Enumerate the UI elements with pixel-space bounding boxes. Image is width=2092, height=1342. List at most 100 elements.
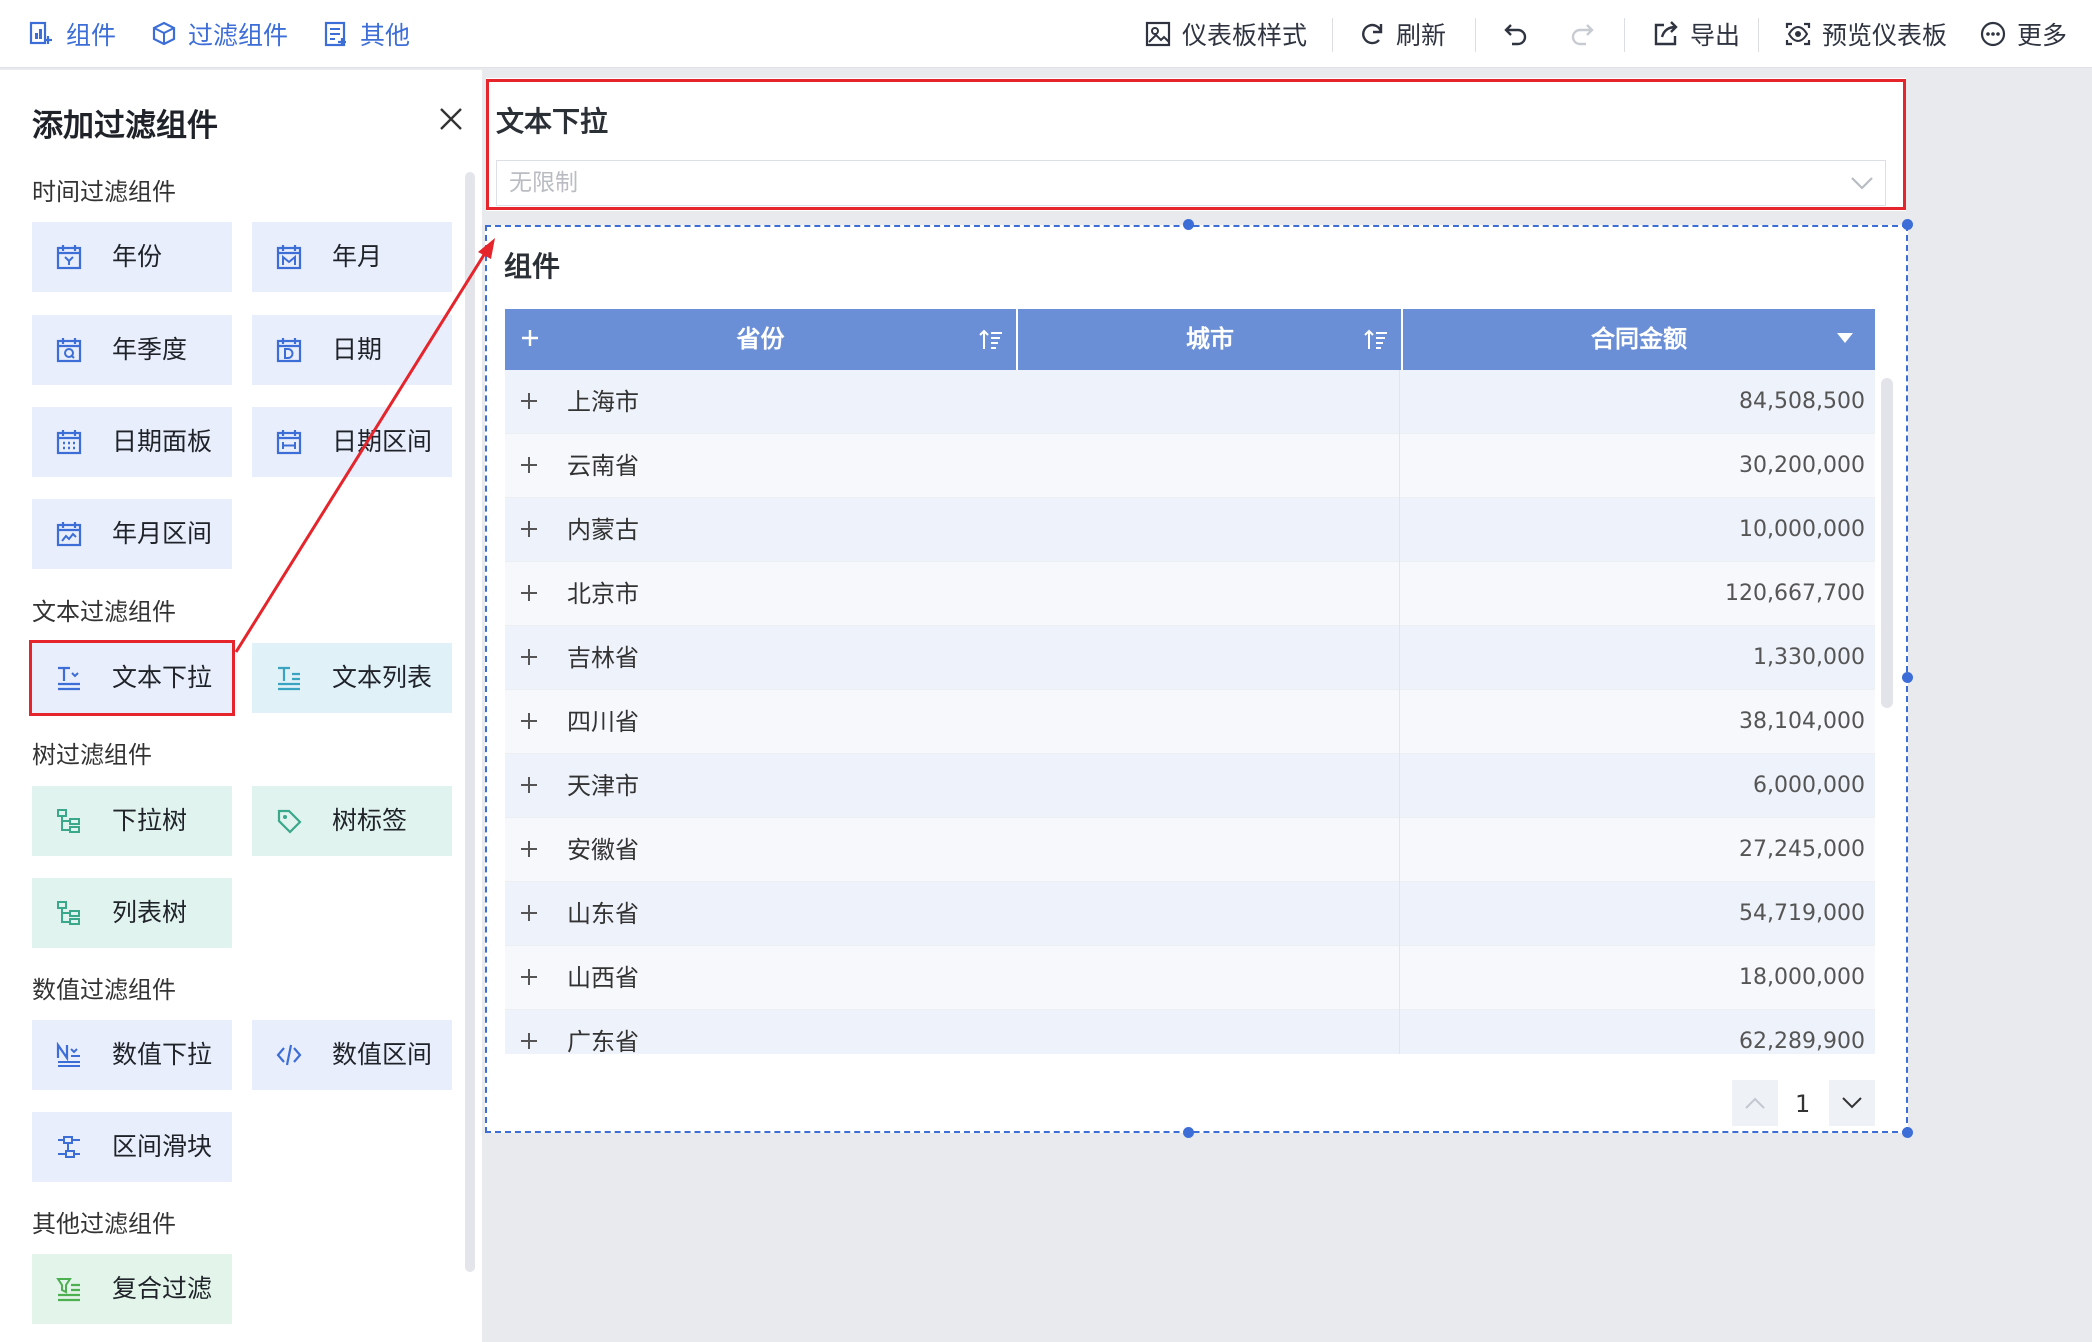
filter-tree-tag-label: 树标签 (332, 806, 408, 835)
expand-row-icon[interactable] (517, 709, 541, 733)
filter-tree-tag-button[interactable]: 树标签 (252, 786, 452, 856)
section-text-filters: 文本过滤组件 (32, 598, 176, 626)
filter-list-tree-label: 列表树 (112, 898, 188, 927)
cell-province: 广东省 (567, 1028, 639, 1054)
calendar-range-icon (276, 430, 302, 455)
resize-handle[interactable] (1902, 1127, 1913, 1138)
resize-handle[interactable] (1902, 219, 1913, 230)
export-button[interactable]: 导出 (1652, 0, 1740, 68)
toolbar-divider (1475, 18, 1476, 52)
table-row[interactable]: 广东省 62,289,900 (505, 1010, 1875, 1054)
filter-dropdown-tree-button[interactable]: 下拉树 (32, 786, 232, 856)
dashboard-style-icon (1145, 21, 1171, 47)
cell-divider (1399, 370, 1400, 434)
expand-row-icon[interactable] (517, 1029, 541, 1053)
panel-scrollbar[interactable] (465, 172, 475, 1272)
page-prev-button[interactable] (1732, 1080, 1778, 1126)
table-row[interactable]: 上海市 84,508,500 (505, 370, 1875, 434)
expand-row-icon[interactable] (517, 453, 541, 477)
filter-date-button[interactable]: 日期 (252, 315, 452, 385)
expand-row-icon[interactable] (517, 581, 541, 605)
table-row[interactable]: 吉林省 1,330,000 (505, 626, 1875, 690)
filter-range-slider-button[interactable]: 区间滑块 (32, 1112, 232, 1182)
filter-year-label: 年份 (112, 242, 163, 271)
filter-text-list-button[interactable]: 文本列表 (252, 643, 452, 713)
filter-year-button[interactable]: 年份 (32, 222, 232, 292)
table-row[interactable]: 内蒙古 10,000,000 (505, 498, 1875, 562)
expand-row-icon[interactable] (517, 645, 541, 669)
code-range-icon (276, 1044, 302, 1066)
expand-row-icon[interactable] (517, 965, 541, 989)
filter-number-dropdown-button[interactable]: 数值下拉 (32, 1020, 232, 1090)
cell-province: 上海市 (567, 388, 639, 416)
filter-year-month-range-button[interactable]: 年月区间 (32, 499, 232, 569)
column-header-city[interactable]: 城市 (1018, 309, 1402, 370)
filter-list-tree-button[interactable]: 列表树 (32, 878, 232, 948)
other-icon (324, 21, 346, 47)
filter-composite-button[interactable]: 复合过滤 (32, 1254, 232, 1324)
data-table: 省份 城市 合同金额 上海市 84,508,500 云南省 30,200,000 内蒙古… (505, 309, 1875, 1054)
resize-handle[interactable] (1183, 219, 1194, 230)
expand-row-icon[interactable] (517, 389, 541, 413)
preview-dashboard-button[interactable]: 预览仪表板 (1784, 0, 1947, 68)
table-row[interactable]: 安徽省 27,245,000 (505, 818, 1875, 882)
section-time-filters: 时间过滤组件 (32, 178, 176, 206)
toolbar-other-button[interactable]: 其他 (322, 0, 410, 68)
expand-row-icon[interactable] (517, 517, 541, 541)
table-row[interactable]: 天津市 6,000,000 (505, 754, 1875, 818)
table-scrollbar[interactable] (1881, 378, 1893, 708)
refresh-button[interactable]: 刷新 (1358, 0, 1446, 68)
table-row[interactable]: 北京市 120,667,700 (505, 562, 1875, 626)
resize-handle[interactable] (1902, 672, 1913, 683)
cell-divider (1399, 626, 1400, 690)
toolbar-filter-button[interactable]: 过滤组件 (150, 0, 288, 68)
refresh-label: 刷新 (1396, 21, 1447, 50)
filter-cube-icon (152, 21, 176, 46)
calendar-month-icon (276, 245, 302, 270)
resize-handle[interactable] (1183, 1127, 1194, 1138)
filter-year-month-button[interactable]: 年月 (252, 222, 452, 292)
filter-year-quarter-button[interactable]: 年季度 (32, 315, 232, 385)
cell-amount: 120,667,700 (1725, 581, 1865, 606)
table-row[interactable]: 山西省 18,000,000 (505, 946, 1875, 1010)
sort-ascending-icon[interactable] (1363, 327, 1389, 353)
sort-ascending-icon[interactable] (978, 327, 1004, 353)
filter-number-range-button[interactable]: 数值区间 (252, 1020, 452, 1090)
dashboard-style-button[interactable]: 仪表板样式 (1144, 0, 1307, 68)
table-row[interactable]: 山东省 54,719,000 (505, 882, 1875, 946)
chevron-down-icon (1842, 1097, 1862, 1109)
column-header-amount[interactable]: 合同金额 (1403, 309, 1875, 370)
close-icon[interactable] (436, 104, 466, 134)
cell-divider (1399, 434, 1400, 498)
cell-amount: 30,200,000 (1739, 453, 1865, 478)
cell-amount: 1,330,000 (1753, 645, 1865, 670)
toolbar-divider (1624, 18, 1625, 52)
toolbar-component-button[interactable]: 组件 (28, 0, 116, 68)
cell-amount: 84,508,500 (1739, 389, 1865, 414)
filter-date-range-button[interactable]: 日期区间 (252, 407, 452, 477)
cell-divider (1399, 882, 1400, 946)
undo-button[interactable] (1502, 0, 1530, 68)
expand-row-icon[interactable] (517, 773, 541, 797)
page-number: 1 (1795, 1090, 1811, 1118)
expand-row-icon[interactable] (517, 901, 541, 925)
table-row[interactable]: 云南省 30,200,000 (505, 434, 1875, 498)
table-header: 省份 城市 合同金额 (505, 309, 1875, 370)
page-next-button[interactable] (1829, 1080, 1875, 1126)
filter-date-range-label: 日期区间 (332, 427, 433, 456)
table-row[interactable]: 四川省 38,104,000 (505, 690, 1875, 754)
filter-date-panel-button[interactable]: 日期面板 (32, 407, 232, 477)
caret-down-icon[interactable] (1837, 333, 1853, 343)
section-tree-filters: 树过滤组件 (32, 741, 152, 769)
cell-amount: 27,245,000 (1739, 837, 1865, 862)
expand-row-icon[interactable] (517, 837, 541, 861)
redo-button[interactable] (1568, 0, 1596, 68)
undo-icon (1504, 24, 1527, 46)
filter-text-dropdown-button[interactable]: 文本下拉 (29, 640, 235, 716)
column-header-province[interactable]: 省份 (505, 309, 1016, 370)
composite-filter-icon (56, 1278, 80, 1302)
more-button[interactable]: 更多 (1979, 0, 2067, 68)
cell-province: 天津市 (567, 772, 639, 800)
cell-province: 山西省 (567, 964, 639, 992)
cell-divider (1399, 818, 1400, 882)
